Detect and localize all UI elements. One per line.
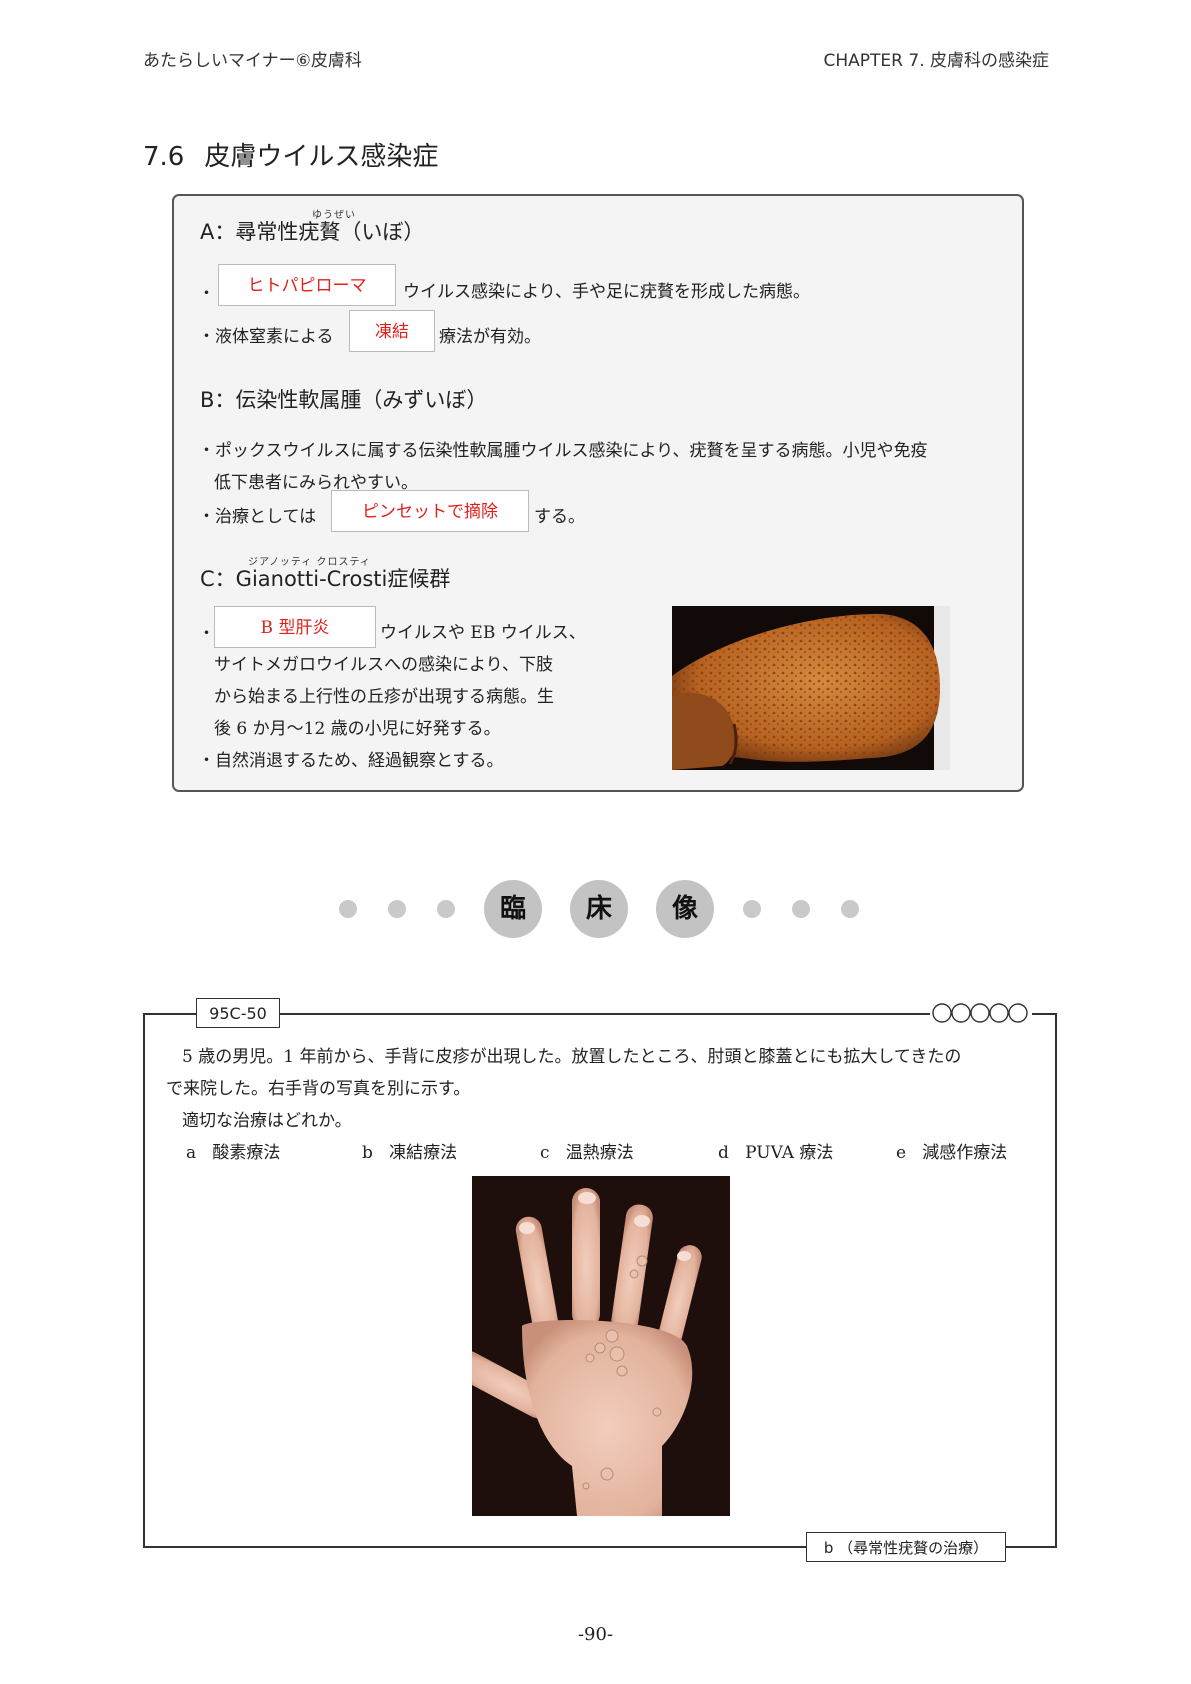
divider-dot [388,900,406,918]
hand-warts-photo [472,1176,730,1516]
divider-dot [437,900,455,918]
leg-rash-photo [672,606,950,770]
option-letter: d [718,1143,729,1163]
option-text: 温熱療法 [565,1143,634,1163]
option-text: 減感作療法 [922,1143,1008,1163]
running-header-left: あたらしいマイナー⑥皮膚科 [143,51,362,71]
heading-a-suffix: （いぼ） [340,220,425,244]
question-line3: 適切な治療はどれか。 [182,1111,352,1131]
page-number: -90- [577,1624,614,1645]
heading-a: A：尋常性疣贅（いぼ） [200,216,424,246]
option-b: b 凍結療法 [362,1138,457,1163]
option-e: e 減感作療法 [896,1138,1007,1163]
divider-dot [339,900,357,918]
blank-hepatitis-b: B 型肝炎 [214,606,376,648]
bullet-b2-pre: ・治療としては [198,507,317,527]
bullet-c1-line1: ウイルスや EB ウイルス、 [380,623,586,643]
blank-hpv: ヒトパピローマ [218,264,396,306]
bullet-c1-line2: サイトメガロウイルスへの感染により、下肢 [214,655,553,675]
divider-char-3: 像 [656,880,714,938]
bullet-a2-post: 療法が有効。 [439,327,541,347]
bullet-a1-text: ウイルス感染により、手や足に疣贅を形成した病態。 [403,282,810,302]
heading-c-suffix: 症候群 [387,567,451,591]
option-d: d PUVA 療法 [718,1138,833,1163]
bullet-a2-pre: ・液体窒素による [198,327,334,347]
question-line1: 5 歳の男児。1 年前から、手背に皮疹が出現した。放置したところ、肘頭と膝蓋とに… [182,1047,962,1067]
running-header-right: CHAPTER 7. 皮膚科の感染症 [823,51,1050,71]
bullet-c1-line4: 後 6 か月〜12 歳の小児に好発する。 [214,719,501,739]
heading-a-prefix: A：尋常性 [200,220,299,244]
option-a: a 酸素療法 [186,1138,280,1163]
heading-a-term: 疣贅 [298,220,341,244]
heading-c-prefix: C： [200,567,236,591]
option-text: 酸素療法 [212,1143,281,1163]
section-title-text: 皮膚ウイルス感染症 [204,142,439,172]
bullet-b1-line1: ・ポックスウイルスに属する伝染性軟属腫ウイルス感染により、疣贅を呈する病態。小児… [198,441,928,461]
option-text: 凍結療法 [389,1143,458,1163]
option-letter: c [540,1143,550,1163]
heading-c-name: Gianotti-Crosti [235,567,388,591]
divider-char-2: 床 [570,880,628,938]
option-c: c 温熱療法 [540,1138,634,1163]
bullet-b2-post: する。 [534,507,585,527]
blank-tweezers: ピンセットで摘除 [331,490,529,532]
blank-freeze: 凍結 [349,310,435,352]
bullet-c2: ・自然消退するため、経過観察とする。 [198,751,504,771]
option-text: PUVA 療法 [745,1143,834,1163]
option-letter: b [362,1143,373,1163]
divider-dot [792,900,810,918]
section-number: 7.6 [143,142,185,172]
divider-char-1: 臨 [484,880,542,938]
bullet-marker: ・ [198,624,215,644]
option-letter: e [896,1143,907,1163]
question-line2: で来院した。右手背の写真を別に示す。 [166,1079,471,1099]
importance-rating [930,1002,1032,1024]
answer-box: b （尋常性疣贅の治療） [806,1532,1006,1562]
bullet-c1-line3: から始まる上行性の丘疹が出現する病態。生 [214,687,554,707]
heading-c: C：Gianotti-Crosti症候群 [200,563,450,593]
heading-b: B：伝染性軟属腫（みずいぼ） [200,388,488,412]
divider-dot [743,900,761,918]
option-letter: a [186,1143,197,1163]
question-id: 95C-50 [196,998,280,1028]
section-title: 7.6 皮膚ウイルス感染症 [143,136,438,173]
divider-dot [841,900,859,918]
bullet-marker: ・ [198,284,215,304]
